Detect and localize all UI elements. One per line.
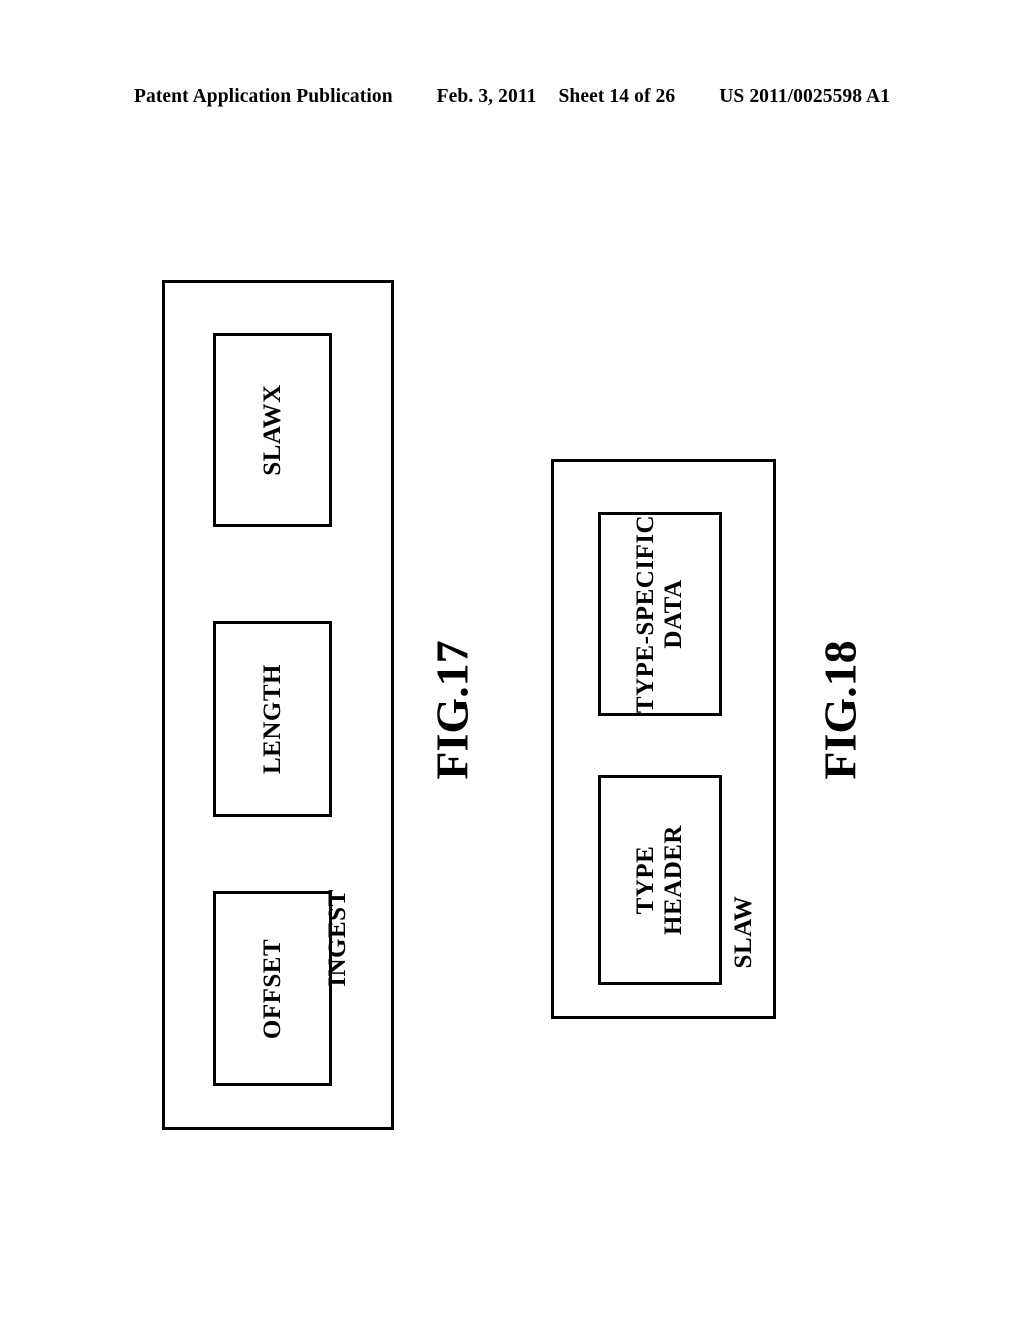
- slaw-container-label: SLAW: [730, 895, 757, 969]
- type-header-block: TYPE HEADER: [598, 775, 722, 985]
- type-specific-data-block-label: TYPE-SPECIFIC DATA: [632, 514, 687, 714]
- offset-block-label: OFFSET: [258, 938, 286, 1039]
- figure-17-caption: FIG.17: [426, 640, 478, 780]
- ingest-container-box: SLAWX LENGTH OFFSET INGEST: [162, 280, 394, 1130]
- header-sheet-number: Sheet 14 of 26: [558, 86, 676, 107]
- header-publication-title: Patent Application Publication: [133, 86, 393, 107]
- ingest-container-label: INGEST: [324, 889, 351, 987]
- header-patent-number: US 2011/0025598 A1: [719, 86, 891, 107]
- length-block: LENGTH: [213, 621, 332, 817]
- slaw-container-box: TYPE-SPECIFIC DATA TYPE HEADER SLAW: [551, 459, 776, 1019]
- figure-18-caption: FIG.18: [814, 640, 866, 780]
- header-publication-date: Feb. 3, 2011: [436, 86, 537, 107]
- slawx-block-label: SLAWX: [258, 384, 286, 476]
- length-block-label: LENGTH: [258, 664, 286, 774]
- slawx-block: SLAWX: [213, 333, 332, 527]
- type-specific-data-block: TYPE-SPECIFIC DATA: [598, 512, 722, 716]
- offset-block: OFFSET: [213, 891, 332, 1086]
- type-header-block-label: TYPE HEADER: [632, 825, 687, 935]
- page-header: Patent Application Publication Feb. 3, 2…: [0, 86, 1024, 114]
